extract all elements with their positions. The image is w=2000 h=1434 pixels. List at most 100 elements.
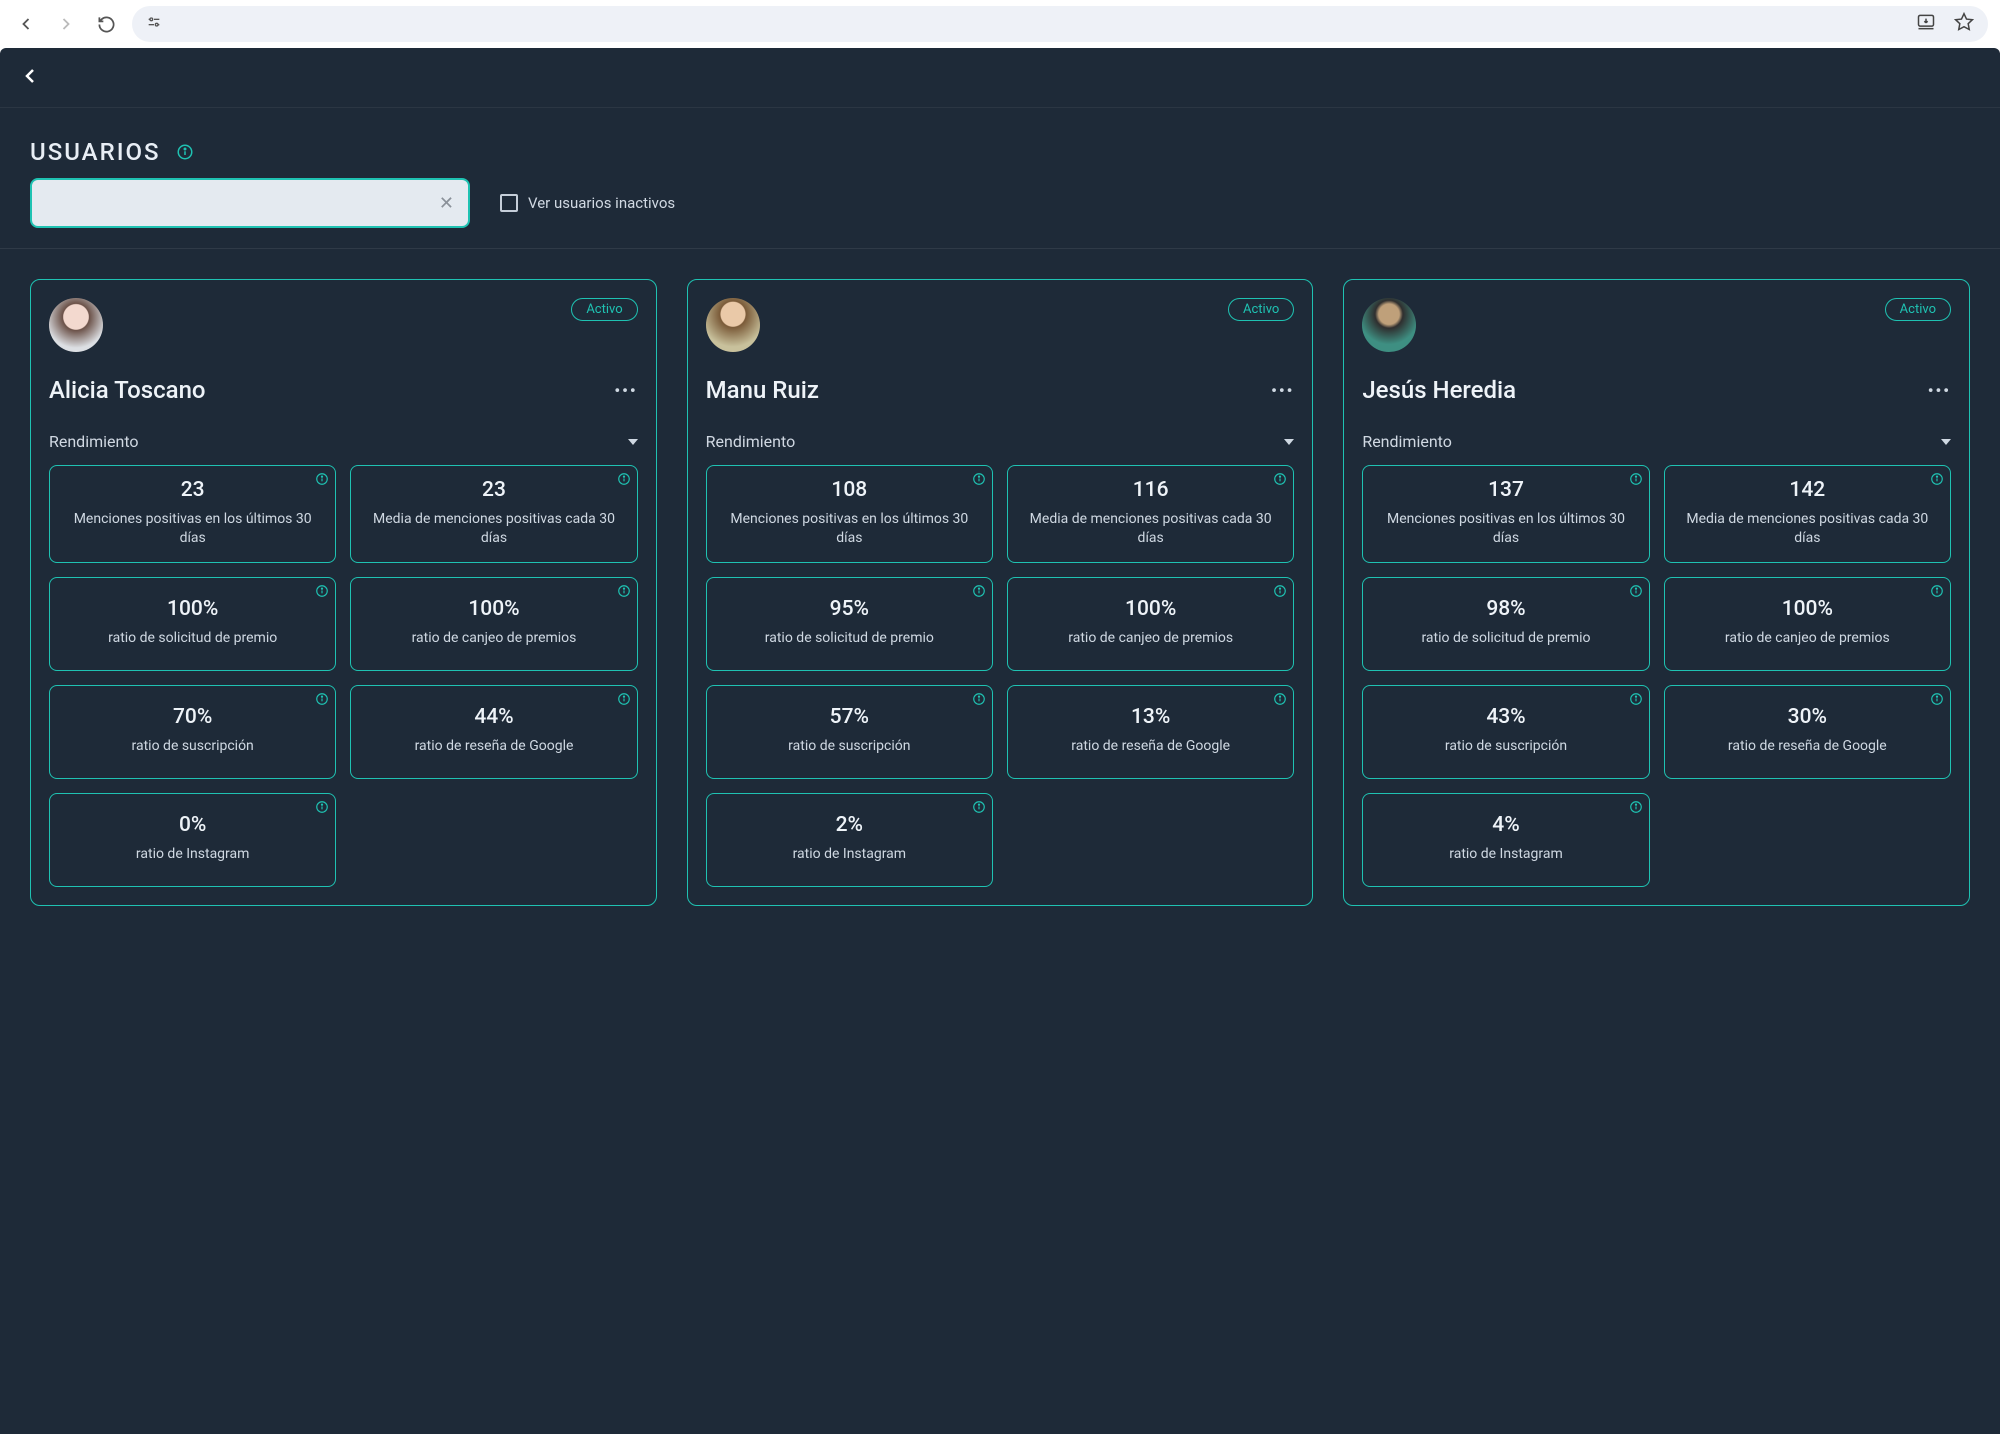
metric-value: 4% — [1373, 813, 1638, 837]
metric-google_review_ratio: 13% ratio de reseña de Google — [1007, 685, 1294, 779]
metric-value: 23 — [60, 478, 325, 502]
metric-value: 13% — [1018, 705, 1283, 729]
metric-prize_redeem_ratio: 100% ratio de canjeo de premios — [1007, 577, 1294, 671]
metric-prize_request_ratio: 100% ratio de solicitud de premio — [49, 577, 336, 671]
section-dropdown[interactable]: Rendimiento — [706, 432, 1295, 451]
metric-instagram_ratio: 0% ratio de Instagram — [49, 793, 336, 887]
metric-subscription_ratio: 43% ratio de suscripción — [1362, 685, 1649, 779]
user-cards-grid: Activo Alicia Toscano ••• Rendimiento 23… — [0, 249, 2000, 936]
user-name: Alicia Toscano — [49, 376, 206, 404]
metric-value: 95% — [717, 597, 982, 621]
user-search-input-wrapper: ✕ — [30, 178, 470, 228]
bookmark-star-icon[interactable] — [1954, 12, 1974, 36]
section-dropdown[interactable]: Rendimiento — [1362, 432, 1951, 451]
chevron-down-icon — [1941, 439, 1951, 445]
metric-label: ratio de solicitud de premio — [1373, 629, 1638, 648]
user-card: Activo Jesús Heredia ••• Rendimiento 137… — [1343, 279, 1970, 906]
metric-label: ratio de canjeo de premios — [361, 629, 626, 648]
show-inactive-label: Ver usuarios inactivos — [528, 194, 675, 212]
metric-instagram_ratio: 2% ratio de Instagram — [706, 793, 993, 887]
metric-value: 23 — [361, 478, 626, 502]
browser-toolbar — [0, 0, 2000, 48]
metric-label: ratio de canjeo de premios — [1675, 629, 1940, 648]
section-label: Rendimiento — [49, 432, 139, 451]
metric-label: Menciones positivas en los últimos 30 dí… — [1373, 510, 1638, 548]
metric-subscription_ratio: 70% ratio de suscripción — [49, 685, 336, 779]
metric-subscription_ratio: 57% ratio de suscripción — [706, 685, 993, 779]
info-icon[interactable] — [176, 143, 194, 161]
site-settings-icon[interactable] — [146, 14, 162, 34]
metric-avg_pos_mentions_30: 116 Media de menciones positivas cada 30… — [1007, 465, 1294, 563]
app-viewport: USUARIOS ✕ Ver usuarios inactivos Activo… — [0, 48, 2000, 1434]
metric-instagram_ratio: 4% ratio de Instagram — [1362, 793, 1649, 887]
app-header — [0, 48, 2000, 108]
metric-pos_mentions_30: 108 Menciones positivas en los últimos 3… — [706, 465, 993, 563]
metric-value: 100% — [361, 597, 626, 621]
more-menu-button[interactable]: ••• — [1928, 381, 1951, 400]
status-badge: Activo — [1885, 298, 1951, 321]
metric-value: 2% — [717, 813, 982, 837]
metric-value: 100% — [1675, 597, 1940, 621]
user-avatar[interactable] — [706, 298, 760, 352]
metric-label: ratio de Instagram — [1373, 845, 1638, 864]
metric-label: ratio de reseña de Google — [1675, 737, 1940, 756]
chevron-down-icon — [628, 439, 638, 445]
metric-label: ratio de reseña de Google — [1018, 737, 1283, 756]
install-app-icon[interactable] — [1916, 12, 1936, 36]
user-card: Activo Manu Ruiz ••• Rendimiento 108 Men… — [687, 279, 1314, 906]
browser-url-bar[interactable] — [132, 6, 1988, 42]
metric-label: ratio de Instagram — [717, 845, 982, 864]
metric-pos_mentions_30: 23 Menciones positivas en los últimos 30… — [49, 465, 336, 563]
more-menu-button[interactable]: ••• — [614, 381, 637, 400]
metric-label: ratio de canjeo de premios — [1018, 629, 1283, 648]
status-badge: Activo — [571, 298, 637, 321]
metric-pos_mentions_30: 137 Menciones positivas en los últimos 3… — [1362, 465, 1649, 563]
metric-avg_pos_mentions_30: 23 Media de menciones positivas cada 30 … — [350, 465, 637, 563]
metric-label: ratio de suscripción — [60, 737, 325, 756]
metric-value: 100% — [60, 597, 325, 621]
metric-label: ratio de solicitud de premio — [717, 629, 982, 648]
metric-value: 30% — [1675, 705, 1940, 729]
user-name: Manu Ruiz — [706, 376, 819, 404]
metric-prize_redeem_ratio: 100% ratio de canjeo de premios — [350, 577, 637, 671]
metric-value: 43% — [1373, 705, 1638, 729]
section-label: Rendimiento — [1362, 432, 1452, 451]
metric-label: ratio de solicitud de premio — [60, 629, 325, 648]
checkbox-icon — [500, 194, 518, 212]
chevron-down-icon — [1284, 439, 1294, 445]
metric-value: 100% — [1018, 597, 1283, 621]
metric-value: 142 — [1675, 478, 1940, 502]
metric-label: ratio de suscripción — [717, 737, 982, 756]
user-avatar[interactable] — [49, 298, 103, 352]
browser-back-button[interactable] — [12, 10, 40, 38]
metric-label: Menciones positivas en los últimos 30 dí… — [60, 510, 325, 548]
metric-value: 98% — [1373, 597, 1638, 621]
page-title: USUARIOS — [30, 138, 161, 166]
user-avatar[interactable] — [1362, 298, 1416, 352]
metric-label: Menciones positivas en los últimos 30 dí… — [717, 510, 982, 548]
clear-search-icon[interactable]: ✕ — [439, 193, 454, 214]
metric-google_review_ratio: 44% ratio de reseña de Google — [350, 685, 637, 779]
browser-reload-button[interactable] — [92, 10, 120, 38]
browser-forward-button[interactable] — [52, 10, 80, 38]
metric-label: Media de menciones positivas cada 30 día… — [1018, 510, 1283, 548]
metric-label: Media de menciones positivas cada 30 día… — [361, 510, 626, 548]
metric-value: 0% — [60, 813, 325, 837]
user-card: Activo Alicia Toscano ••• Rendimiento 23… — [30, 279, 657, 906]
metric-value: 70% — [60, 705, 325, 729]
more-menu-button[interactable]: ••• — [1271, 381, 1294, 400]
metric-avg_pos_mentions_30: 142 Media de menciones positivas cada 30… — [1664, 465, 1951, 563]
app-back-button[interactable] — [18, 64, 42, 92]
show-inactive-checkbox[interactable]: Ver usuarios inactivos — [500, 194, 675, 212]
metric-label: ratio de suscripción — [1373, 737, 1638, 756]
section-dropdown[interactable]: Rendimiento — [49, 432, 638, 451]
metric-google_review_ratio: 30% ratio de reseña de Google — [1664, 685, 1951, 779]
user-name: Jesús Heredia — [1362, 376, 1516, 404]
metric-prize_request_ratio: 98% ratio de solicitud de premio — [1362, 577, 1649, 671]
metric-value: 44% — [361, 705, 626, 729]
status-badge: Activo — [1228, 298, 1294, 321]
metric-value: 57% — [717, 705, 982, 729]
user-search-input[interactable] — [46, 194, 439, 212]
metric-prize_request_ratio: 95% ratio de solicitud de premio — [706, 577, 993, 671]
metric-label: ratio de reseña de Google — [361, 737, 626, 756]
